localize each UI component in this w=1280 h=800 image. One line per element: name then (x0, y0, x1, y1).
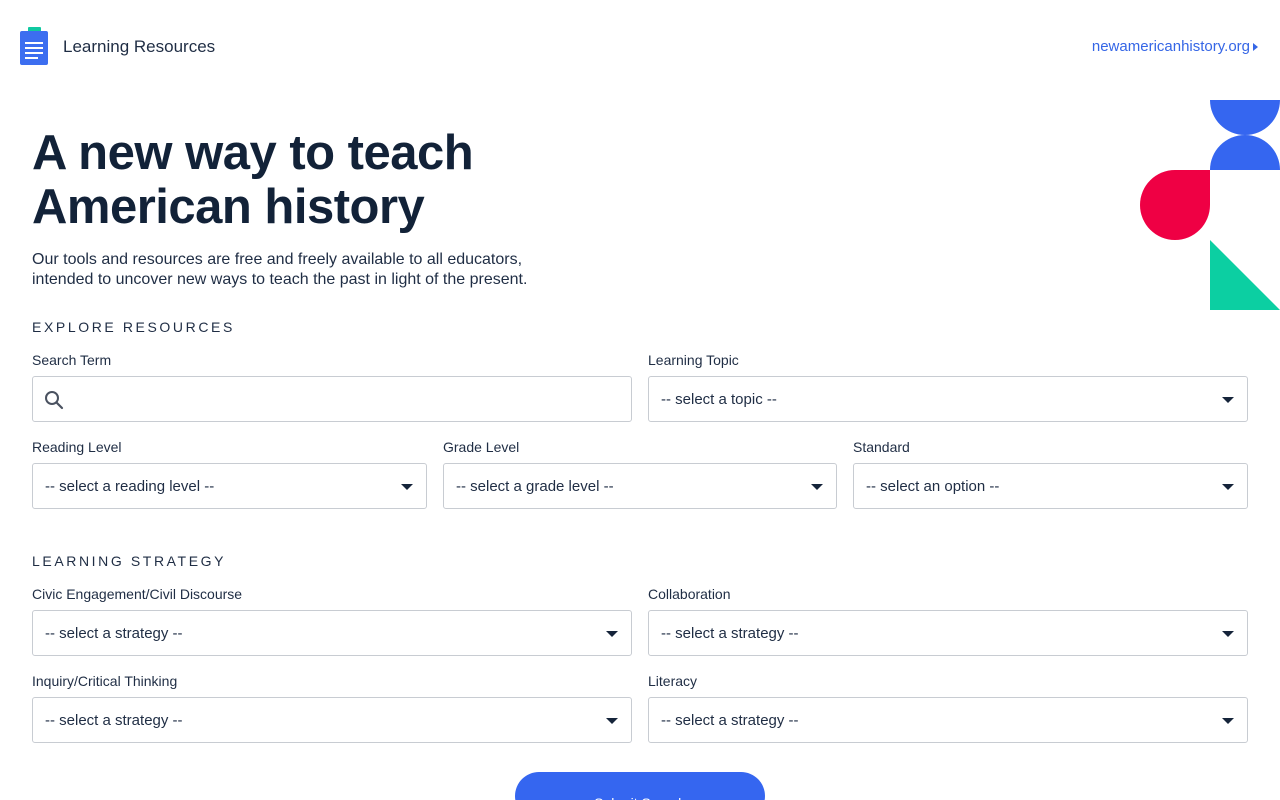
inquiry-select[interactable]: -- select a strategy -- (32, 697, 632, 743)
standard-select[interactable]: -- select an option -- (853, 463, 1248, 509)
chevron-down-icon (811, 484, 823, 490)
learning-topic-field: Learning Topic -- select a topic -- (648, 352, 1248, 422)
inquiry-label: Inquiry/Critical Thinking (32, 673, 178, 689)
grade-level-field: Grade Level -- select a grade level -- (443, 439, 837, 509)
inquiry-value: -- select a strategy -- (45, 711, 183, 729)
search-term-label: Search Term (32, 352, 112, 368)
document-icon[interactable] (20, 27, 48, 65)
grade-level-label: Grade Level (443, 439, 520, 455)
collaboration-select[interactable]: -- select a strategy -- (648, 610, 1248, 656)
chevron-down-icon (401, 484, 413, 490)
grade-level-select[interactable]: -- select a grade level -- (443, 463, 837, 509)
page-description-line1: Our tools and resources are free and fre… (32, 251, 523, 268)
civic-engagement-select[interactable]: -- select a strategy -- (32, 610, 632, 656)
page-description-line2: intended to uncover new ways to teach th… (32, 271, 528, 288)
inquiry-field: Inquiry/Critical Thinking -- select a st… (32, 673, 632, 743)
learning-topic-select[interactable]: -- select a topic -- (648, 376, 1248, 422)
decorative-shapes (1140, 100, 1280, 310)
chevron-down-icon (606, 718, 618, 724)
standard-label: Standard (853, 439, 910, 455)
literacy-select[interactable]: -- select a strategy -- (648, 697, 1248, 743)
chevron-right-icon (1253, 42, 1258, 51)
chevron-down-icon (1222, 718, 1234, 724)
civic-engagement-label: Civic Engagement/Civil Discourse (32, 586, 243, 602)
reading-level-select[interactable]: -- select a reading level -- (32, 463, 427, 509)
grade-level-value: -- select a grade level -- (456, 477, 614, 495)
collaboration-label: Collaboration (648, 586, 731, 602)
learning-strategy-heading: LEARNING STRATEGY (32, 553, 227, 569)
literacy-field: Literacy -- select a strategy -- (648, 673, 1248, 743)
brand-title[interactable]: Learning Resources (63, 37, 215, 57)
chevron-down-icon (606, 631, 618, 637)
search-icon (45, 391, 64, 410)
standard-field: Standard -- select an option -- (853, 439, 1248, 509)
search-input[interactable] (33, 377, 631, 421)
drop-shape (1140, 170, 1210, 240)
chevron-down-icon (1222, 484, 1234, 490)
collaboration-value: -- select a strategy -- (661, 624, 799, 642)
search-input-wrapper (32, 376, 632, 422)
search-term-field: Search Term (32, 352, 632, 422)
page-title: A new way to teach American history (32, 126, 474, 234)
submit-search-button[interactable]: Submit Search (515, 772, 765, 800)
reading-level-value: -- select a reading level -- (45, 477, 215, 495)
chevron-down-icon (1222, 631, 1234, 637)
half-circle-shape (1210, 135, 1280, 170)
chevron-down-icon (1222, 397, 1234, 403)
page-description: Our tools and resources are free and fre… (32, 250, 592, 290)
civic-engagement-field: Civic Engagement/Civil Discourse -- sele… (32, 586, 632, 656)
site-header: Learning Resources newamericanhistory.or… (0, 0, 1280, 94)
page-title-line1: A new way to teach (32, 126, 474, 180)
explore-resources-heading: EXPLORE RESOURCES (32, 319, 235, 335)
site-link[interactable]: newamericanhistory.org (1092, 38, 1258, 55)
site-link-label: newamericanhistory.org (1091, 38, 1250, 55)
half-circle-shape (1210, 100, 1280, 135)
learning-topic-label: Learning Topic (648, 352, 739, 368)
literacy-label: Literacy (648, 673, 698, 689)
literacy-value: -- select a strategy -- (661, 711, 799, 729)
learning-topic-value: -- select a topic -- (661, 390, 777, 408)
page-title-line2: American history (32, 180, 425, 234)
collaboration-field: Collaboration -- select a strategy -- (648, 586, 1248, 656)
triangle-shape (1210, 240, 1280, 310)
reading-level-label: Reading Level (32, 439, 122, 455)
civic-engagement-value: -- select a strategy -- (45, 624, 183, 642)
reading-level-field: Reading Level -- select a reading level … (32, 439, 427, 509)
standard-value: -- select an option -- (866, 477, 1000, 495)
